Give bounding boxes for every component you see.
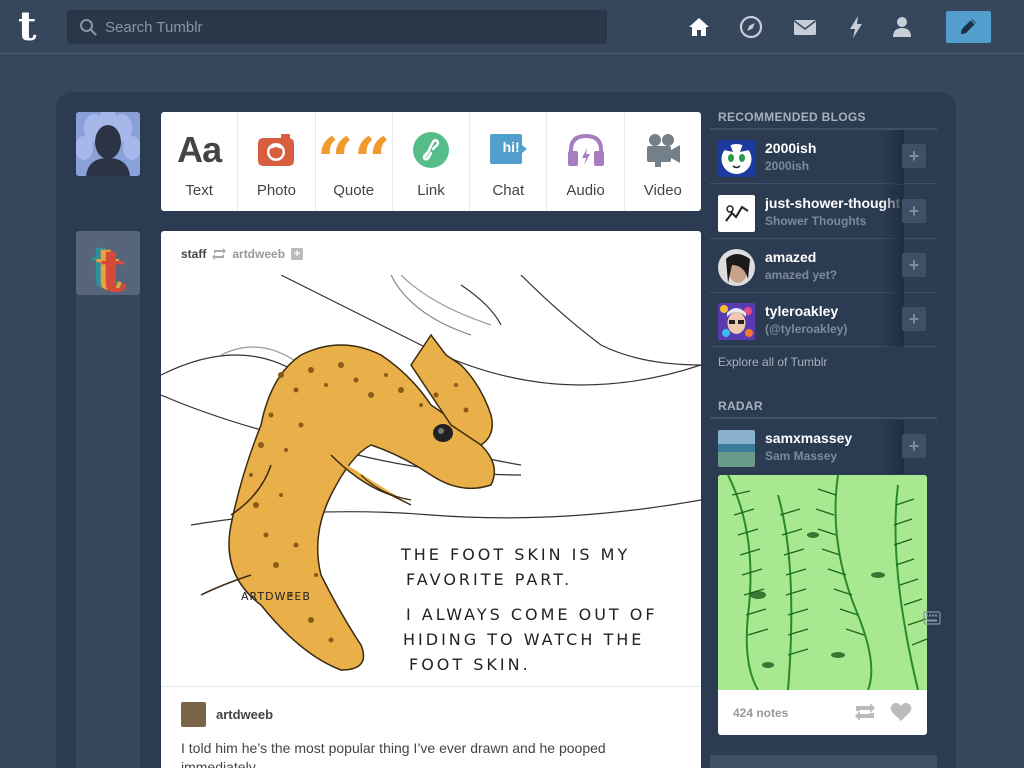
follow-button[interactable]: + xyxy=(902,253,926,277)
follow-button[interactable]: + xyxy=(902,307,926,331)
post-type-label: Chat xyxy=(492,182,525,199)
chat-hi-text: hi! xyxy=(502,139,520,155)
post-type-chat-button[interactable]: hi! Chat xyxy=(470,112,548,211)
post-type-text-button[interactable]: Aa Text xyxy=(161,112,239,211)
search-icon xyxy=(80,19,97,36)
portrait-avatar-image xyxy=(718,249,755,286)
recommended-blog-item[interactable]: amazed amazed yet? + xyxy=(710,239,937,293)
silhouette-avatar-image xyxy=(76,112,140,176)
follow-button[interactable]: + xyxy=(902,199,926,223)
radar-post-card[interactable]: 424 notes xyxy=(718,475,927,735)
blog-avatar[interactable] xyxy=(718,303,755,340)
blog-avatar[interactable] xyxy=(718,140,755,177)
post-type-bar: Aa Text Photo ““ Quote Link hi! Chat Aud… xyxy=(161,112,701,211)
post-caption: I told him he’s the most popular thing I… xyxy=(181,740,606,768)
keyboard-shortcuts-icon[interactable] xyxy=(923,611,941,625)
activity-lightning-icon[interactable] xyxy=(843,14,869,40)
blog-avatar[interactable] xyxy=(718,430,755,467)
art-text-line: THE FOOT SKIN IS MY xyxy=(400,545,630,564)
art-signature: ARTDWEEB xyxy=(241,590,311,603)
blog-avatar[interactable] xyxy=(718,249,755,286)
post-type-label: Text xyxy=(185,182,213,199)
art-text-line: FOOT SKIN. xyxy=(409,655,531,674)
blog-name[interactable]: 2000ish xyxy=(765,140,900,156)
post-type-label: Link xyxy=(417,182,445,199)
post-type-label: Photo xyxy=(256,182,297,199)
reblog-icon[interactable] xyxy=(854,702,876,722)
recommended-blog-item[interactable]: just-shower-thoughts Shower Thoughts + xyxy=(710,185,937,239)
search-box[interactable] xyxy=(67,10,607,44)
caption-author[interactable]: artdweeb xyxy=(181,702,273,727)
radar-blog-item[interactable]: samxmassey Sam Massey + xyxy=(710,420,937,474)
compose-post-button[interactable] xyxy=(946,11,991,43)
account-person-icon[interactable] xyxy=(889,14,915,40)
tumblr-staff-logo-image: t t t xyxy=(76,231,140,295)
search-input[interactable] xyxy=(105,10,595,44)
top-navigation-bar: t xyxy=(0,0,1024,54)
blog-name[interactable]: amazed xyxy=(765,249,900,265)
heart-like-icon[interactable] xyxy=(890,702,912,722)
blog-title: amazed yet? xyxy=(765,268,838,282)
sidebar-divider xyxy=(710,417,937,419)
landscape-avatar-image xyxy=(718,430,755,467)
pencil-icon xyxy=(961,19,976,34)
post-author-link[interactable]: staff xyxy=(181,247,206,261)
follow-button[interactable]: + xyxy=(902,144,926,168)
doodle-avatar-image xyxy=(718,195,755,232)
quote-icon: ““ xyxy=(316,124,391,199)
post-type-photo-button[interactable]: Photo xyxy=(238,112,316,211)
explore-all-link[interactable]: Explore all of Tumblr xyxy=(718,355,827,369)
staff-avatar[interactable]: t t t xyxy=(76,231,140,295)
link-icon xyxy=(412,132,449,168)
art-text-line: I ALWAYS COME OUT OF xyxy=(406,605,658,624)
tumblr-logo[interactable]: t xyxy=(18,7,50,47)
post-type-video-button[interactable]: Video xyxy=(625,112,701,211)
user-avatar[interactable] xyxy=(76,112,140,176)
blog-name[interactable]: samxmassey xyxy=(765,430,900,446)
radar-post-footer: 424 notes xyxy=(718,690,927,735)
artdweeb-avatar[interactable] xyxy=(181,702,206,727)
radar-heading: RADAR xyxy=(718,399,763,413)
blog-title: 2000ish xyxy=(765,159,810,173)
art-text-line: HIDING TO WATCH THE xyxy=(403,630,644,649)
headphones-icon xyxy=(567,133,604,166)
post-type-audio-button[interactable]: Audio xyxy=(547,112,625,211)
sidebar-footer-strip xyxy=(710,755,937,768)
blog-title: Sam Massey xyxy=(765,449,838,463)
follow-plus-icon[interactable]: + xyxy=(291,248,304,260)
notes-count[interactable]: 424 notes xyxy=(733,706,788,720)
post-card: staff artdweeb + ARTDWEEB THE FOOT SKIN … xyxy=(161,231,701,768)
post-type-quote-button[interactable]: ““ Quote xyxy=(316,112,393,211)
fern-photo-image xyxy=(718,475,927,690)
camera-icon xyxy=(258,134,295,166)
explore-compass-icon[interactable] xyxy=(738,14,764,40)
reblog-icon xyxy=(212,248,227,260)
blog-title: (@tyleroakley) xyxy=(765,322,848,336)
follow-button[interactable]: + xyxy=(902,434,926,458)
text-aa-icon: Aa xyxy=(177,129,222,170)
cat-face-avatar-image xyxy=(718,140,755,177)
avatar-sticky-rail xyxy=(76,295,140,768)
home-icon[interactable] xyxy=(686,14,712,40)
post-type-label: Video xyxy=(643,182,682,199)
post-type-link-button[interactable]: Link xyxy=(393,112,471,211)
svg-text:t: t xyxy=(100,237,127,295)
caption-author-name[interactable]: artdweeb xyxy=(216,707,273,722)
blog-avatar[interactable] xyxy=(718,195,755,232)
blog-name[interactable]: just-shower-thoughts xyxy=(765,195,900,211)
blog-title: Shower Thoughts xyxy=(765,214,867,228)
reblogged-from-link[interactable]: artdweeb xyxy=(232,247,285,261)
gecko-illustration-image: ARTDWEEB THE FOOT SKIN IS MY FAVORITE PA… xyxy=(161,275,701,674)
post-header: staff artdweeb + xyxy=(181,247,304,261)
video-camera-icon xyxy=(646,134,680,167)
art-text-line: FAVORITE PART. xyxy=(406,570,572,589)
inbox-mail-icon[interactable] xyxy=(792,14,818,40)
recommended-blogs-heading: RECOMMENDED BLOGS xyxy=(718,110,866,124)
post-type-label: Audio xyxy=(566,182,605,199)
post-divider xyxy=(161,686,701,687)
recommended-blog-item[interactable]: 2000ish 2000ish + xyxy=(710,130,937,184)
colorful-portrait-avatar-image xyxy=(718,303,755,340)
blog-name[interactable]: tyleroakley xyxy=(765,303,900,319)
recommended-blog-item[interactable]: tyleroakley (@tyleroakley) + xyxy=(710,293,937,347)
